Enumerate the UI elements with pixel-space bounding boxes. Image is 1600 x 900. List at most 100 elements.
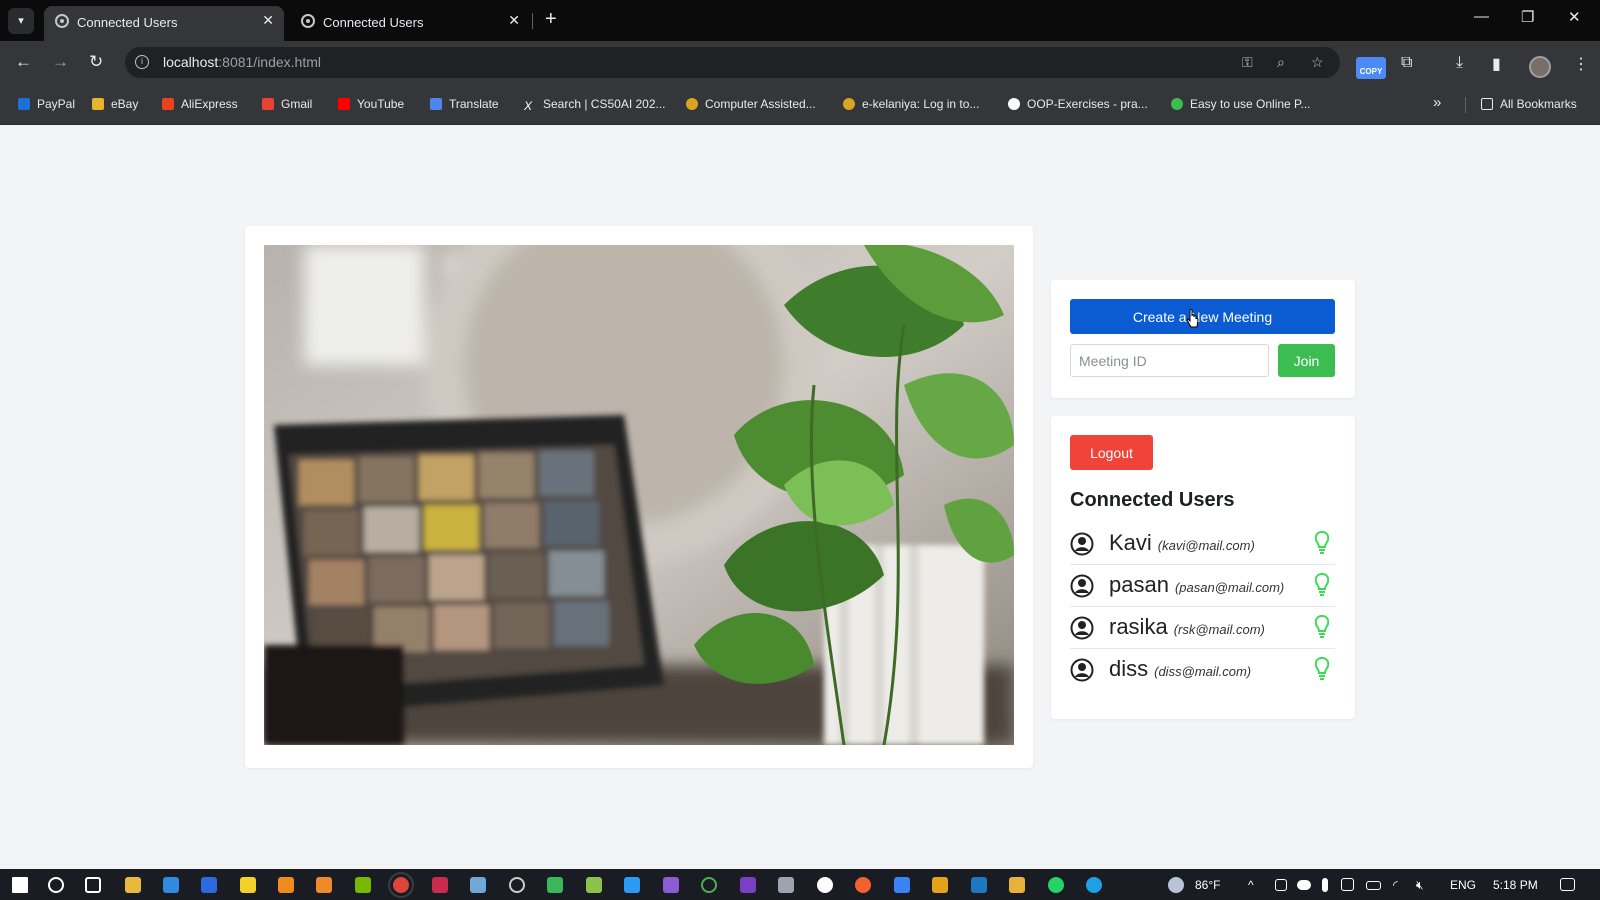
user-avatar-icon [1070, 658, 1094, 682]
translate-icon [430, 98, 442, 110]
task-view-icon[interactable] [85, 877, 101, 893]
bookmark-easy-online[interactable]: Easy to use Online P... [1171, 97, 1311, 111]
download-icon[interactable]: ⤓ [1456, 54, 1463, 72]
forward-icon[interactable]: → [52, 52, 69, 72]
bookmark-label: Search | CS50AI 202... [543, 97, 666, 111]
x-icon: X [524, 99, 533, 113]
edge-icon[interactable] [1086, 877, 1102, 893]
meeting-id-input[interactable] [1070, 344, 1269, 377]
close-tab-icon[interactable]: ✕ [262, 12, 274, 29]
bookmark-oop-exercises[interactable]: OOP-Exercises - pra... [1008, 97, 1148, 111]
app-icon[interactable] [316, 877, 332, 893]
join-button[interactable]: Join [1278, 344, 1335, 377]
restore-icon[interactable]: ❐ [1521, 8, 1534, 26]
chrome-icon[interactable] [393, 877, 409, 893]
weather-cloud-icon[interactable] [1168, 877, 1184, 893]
file-explorer-icon[interactable] [125, 877, 141, 893]
user-email: (rsk@mail.com) [1173, 622, 1265, 637]
password-key-icon[interactable]: ⚿ [1242, 54, 1253, 71]
side-panel-icon[interactable]: ▮ [1492, 54, 1501, 74]
close-window-icon[interactable]: ✕ [1568, 8, 1581, 26]
app-icon[interactable] [932, 877, 948, 893]
windows-start-icon[interactable] [12, 877, 28, 893]
vscode-icon[interactable] [624, 877, 640, 893]
app-icon[interactable] [817, 877, 833, 893]
app-icon[interactable] [1009, 877, 1025, 893]
visual-studio-icon[interactable] [663, 877, 679, 893]
weather-temperature[interactable]: 86°F [1195, 878, 1220, 892]
bookmarks-divider [1465, 97, 1466, 113]
onedrive-icon[interactable] [1297, 880, 1311, 890]
pdf-icon[interactable] [432, 877, 448, 893]
whatsapp-icon[interactable] [1048, 877, 1064, 893]
app-icon[interactable] [509, 877, 525, 893]
tab-title: Connected Users [323, 15, 424, 30]
url-text[interactable]: localhost:8081/index.html [163, 54, 321, 70]
site-info-icon[interactable]: i [135, 55, 149, 69]
nvidia-icon[interactable] [355, 877, 371, 893]
bookmark-paypal[interactable]: PayPal [18, 97, 75, 111]
volume-muted-icon[interactable]: 🔇︎ [1416, 878, 1424, 893]
reload-icon[interactable]: ↻ [89, 52, 103, 72]
app-icon[interactable] [586, 877, 602, 893]
bookmark-cs50ai[interactable]: X Search | CS50AI 202... [524, 97, 666, 112]
bookmark-aliexpress[interactable]: AliExpress [162, 97, 238, 111]
zoom-app-icon[interactable] [201, 877, 217, 893]
all-bookmarks-button[interactable]: All Bookmarks [1481, 97, 1577, 111]
app-icon[interactable] [470, 877, 486, 893]
app-icon[interactable] [547, 877, 563, 893]
app-icon[interactable] [971, 877, 987, 893]
online-bulb-icon [1315, 531, 1329, 554]
battery-icon[interactable] [1366, 881, 1381, 890]
app-icon[interactable] [778, 877, 794, 893]
user-email: (kavi@mail.com) [1157, 538, 1255, 553]
clock[interactable]: 5:18 PM [1493, 878, 1538, 892]
user-name-text: diss [1109, 656, 1149, 681]
new-tab-icon[interactable]: + [545, 8, 557, 31]
bookmark-youtube[interactable]: YouTube [338, 97, 404, 111]
notifications-icon[interactable] [1560, 878, 1575, 891]
wifi-icon[interactable]: ◜ [1393, 878, 1398, 892]
sticky-notes-icon[interactable] [240, 877, 256, 893]
mail-icon[interactable] [163, 877, 179, 893]
bookmark-star-icon[interactable]: ☆ [1311, 54, 1324, 71]
hero-image [264, 245, 1014, 745]
zoom-icon[interactable]: ⌕ [1277, 54, 1285, 71]
user-email: (pasan@mail.com) [1174, 580, 1285, 595]
user-name: diss (diss@mail.com) [1109, 656, 1251, 682]
app-icon[interactable] [740, 877, 756, 893]
app-icon[interactable] [701, 877, 717, 893]
bookmark-translate[interactable]: Translate [430, 97, 499, 111]
minimize-icon[interactable]: — [1474, 8, 1489, 25]
meet-now-icon[interactable] [1275, 879, 1287, 891]
bookmark-ebay[interactable]: eBay [92, 97, 138, 111]
user-name-text: rasika [1109, 614, 1168, 639]
bookmark-label: PayPal [37, 97, 76, 111]
extensions-puzzle-icon[interactable]: ⧉ [1401, 54, 1412, 72]
app-icon[interactable] [894, 877, 910, 893]
browser-tab[interactable]: Connected Users ✕ [290, 6, 530, 41]
bookmark-label: eBay [111, 97, 139, 111]
browser-tab-active[interactable]: Connected Users ✕ [44, 6, 284, 41]
create-meeting-button[interactable]: Create a New Meeting [1070, 299, 1335, 334]
network-icon[interactable] [1341, 878, 1354, 891]
app-icon[interactable] [855, 877, 871, 893]
browser-menu-icon[interactable]: ⋮ [1573, 54, 1589, 74]
online-bulb-icon [1315, 573, 1329, 596]
vlc-icon[interactable] [278, 877, 294, 893]
back-icon[interactable]: ← [15, 52, 32, 72]
copy-extension-icon[interactable]: COPY [1356, 57, 1386, 79]
bookmark-computer-assisted[interactable]: Computer Assisted... [686, 97, 816, 111]
language-indicator[interactable]: ENG [1450, 878, 1476, 892]
address-bar[interactable]: i localhost:8081/index.html ⚿ ⌕ ☆ [125, 47, 1340, 78]
microphone-icon[interactable] [1322, 878, 1328, 892]
tab-search-icon[interactable]: ▾ [8, 8, 34, 34]
close-tab-icon[interactable]: ✕ [508, 12, 520, 29]
bookmark-gmail[interactable]: Gmail [262, 97, 312, 111]
logout-button[interactable]: Logout [1070, 435, 1153, 470]
search-icon[interactable] [48, 877, 64, 893]
more-bookmarks-icon[interactable]: » [1433, 94, 1441, 111]
profile-avatar[interactable] [1529, 56, 1551, 78]
show-hidden-icons-icon[interactable]: ^ [1248, 878, 1254, 892]
bookmark-e-kelaniya[interactable]: e-kelaniya: Log in to... [843, 97, 979, 111]
